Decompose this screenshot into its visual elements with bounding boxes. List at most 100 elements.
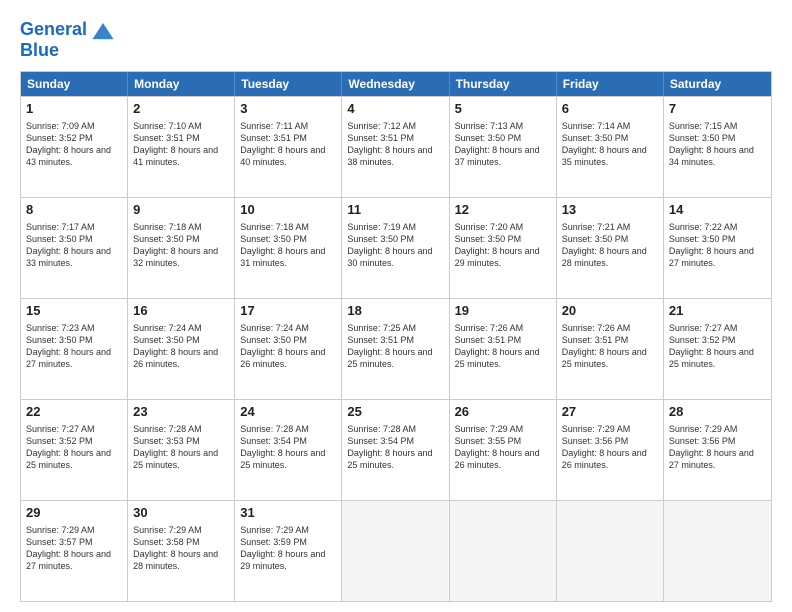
cal-week-5: 29 Sunrise: 7:29 AMSunset: 3:57 PMDayligh…	[21, 500, 771, 601]
cell-text: Sunrise: 7:15 AMSunset: 3:50 PMDaylight:…	[669, 120, 766, 169]
day-number: 16	[133, 303, 229, 320]
cell-text: Sunrise: 7:24 AMSunset: 3:50 PMDaylight:…	[133, 322, 229, 371]
day-number: 31	[240, 505, 336, 522]
cal-cell-empty	[450, 501, 557, 601]
cal-cell-5: 5 Sunrise: 7:13 AMSunset: 3:50 PMDaylight…	[450, 97, 557, 197]
day-number: 13	[562, 202, 658, 219]
day-number: 29	[26, 505, 122, 522]
day-number: 9	[133, 202, 229, 219]
cell-text: Sunrise: 7:29 AMSunset: 3:58 PMDaylight:…	[133, 524, 229, 573]
calendar-header-row: SundayMondayTuesdayWednesdayThursdayFrid…	[21, 72, 771, 96]
cell-text: Sunrise: 7:29 AMSunset: 3:55 PMDaylight:…	[455, 423, 551, 472]
day-number: 12	[455, 202, 551, 219]
cal-cell-7: 7 Sunrise: 7:15 AMSunset: 3:50 PMDaylight…	[664, 97, 771, 197]
cal-week-1: 1Sunrise: 7:09 AMSunset: 3:52 PMDaylight…	[21, 96, 771, 197]
cal-week-3: 15Sunrise: 7:23 AMSunset: 3:50 PMDayligh…	[21, 298, 771, 399]
cal-cell-10: 10 Sunrise: 7:18 AMSunset: 3:50 PMDayligh…	[235, 198, 342, 298]
cal-cell-empty	[557, 501, 664, 601]
cell-text: Sunrise: 7:18 AMSunset: 3:50 PMDaylight:…	[240, 221, 336, 270]
cell-text: Sunrise: 7:10 AMSunset: 3:51 PMDaylight:…	[133, 120, 229, 169]
cell-text: Sunrise: 7:12 AMSunset: 3:51 PMDaylight:…	[347, 120, 443, 169]
cal-header-sunday: Sunday	[21, 72, 128, 96]
day-number: 15	[26, 303, 122, 320]
cell-text: Sunrise: 7:27 AMSunset: 3:52 PMDaylight:…	[669, 322, 766, 371]
day-number: 3	[240, 101, 336, 118]
day-number: 30	[133, 505, 229, 522]
cell-text: Sunrise: 7:20 AMSunset: 3:50 PMDaylight:…	[455, 221, 551, 270]
cal-cell-23: 23Sunrise: 7:28 AMSunset: 3:53 PMDayligh…	[128, 400, 235, 500]
cell-text: Sunrise: 7:26 AMSunset: 3:51 PMDaylight:…	[455, 322, 551, 371]
day-number: 27	[562, 404, 658, 421]
cal-cell-29: 29 Sunrise: 7:29 AMSunset: 3:57 PMDayligh…	[21, 501, 128, 601]
cal-cell-6: 6Sunrise: 7:14 AMSunset: 3:50 PMDaylight…	[557, 97, 664, 197]
cal-cell-9: 9 Sunrise: 7:18 AMSunset: 3:50 PMDaylight…	[128, 198, 235, 298]
day-number: 11	[347, 202, 443, 219]
day-number: 26	[455, 404, 551, 421]
cal-cell-21: 21Sunrise: 7:27 AMSunset: 3:52 PMDayligh…	[664, 299, 771, 399]
cell-text: Sunrise: 7:17 AMSunset: 3:50 PMDaylight:…	[26, 221, 122, 270]
header: General Blue	[20, 16, 772, 61]
cal-cell-13: 13 Sunrise: 7:21 AMSunset: 3:50 PMDayligh…	[557, 198, 664, 298]
cell-text: Sunrise: 7:13 AMSunset: 3:50 PMDaylight:…	[455, 120, 551, 169]
cal-header-monday: Monday	[128, 72, 235, 96]
calendar-body: 1Sunrise: 7:09 AMSunset: 3:52 PMDaylight…	[21, 96, 771, 601]
cal-cell-14: 14Sunrise: 7:22 AMSunset: 3:50 PMDayligh…	[664, 198, 771, 298]
cell-text: Sunrise: 7:29 AMSunset: 3:56 PMDaylight:…	[669, 423, 766, 472]
cell-text: Sunrise: 7:29 AMSunset: 3:56 PMDaylight:…	[562, 423, 658, 472]
cal-header-friday: Friday	[557, 72, 664, 96]
day-number: 25	[347, 404, 443, 421]
cal-week-2: 8 Sunrise: 7:17 AMSunset: 3:50 PMDaylight…	[21, 197, 771, 298]
cal-cell-12: 12 Sunrise: 7:20 AMSunset: 3:50 PMDayligh…	[450, 198, 557, 298]
cal-cell-26: 26 Sunrise: 7:29 AMSunset: 3:55 PMDayligh…	[450, 400, 557, 500]
cell-text: Sunrise: 7:14 AMSunset: 3:50 PMDaylight:…	[562, 120, 658, 169]
cal-header-saturday: Saturday	[664, 72, 771, 96]
cell-text: Sunrise: 7:29 AMSunset: 3:57 PMDaylight:…	[26, 524, 122, 573]
cal-cell-11: 11Sunrise: 7:19 AMSunset: 3:50 PMDayligh…	[342, 198, 449, 298]
cal-cell-empty	[664, 501, 771, 601]
cell-text: Sunrise: 7:28 AMSunset: 3:54 PMDaylight:…	[347, 423, 443, 472]
day-number: 14	[669, 202, 766, 219]
cell-text: Sunrise: 7:27 AMSunset: 3:52 PMDaylight:…	[26, 423, 122, 472]
cal-cell-17: 17Sunrise: 7:24 AMSunset: 3:50 PMDayligh…	[235, 299, 342, 399]
cell-text: Sunrise: 7:28 AMSunset: 3:54 PMDaylight:…	[240, 423, 336, 472]
day-number: 1	[26, 101, 122, 118]
cell-text: Sunrise: 7:11 AMSunset: 3:51 PMDaylight:…	[240, 120, 336, 169]
page: General Blue SundayMondayTuesdayWednesda…	[0, 0, 792, 612]
cell-text: Sunrise: 7:18 AMSunset: 3:50 PMDaylight:…	[133, 221, 229, 270]
cal-cell-2: 2 Sunrise: 7:10 AMSunset: 3:51 PMDaylight…	[128, 97, 235, 197]
cal-cell-empty	[342, 501, 449, 601]
cal-header-wednesday: Wednesday	[342, 72, 449, 96]
cal-cell-22: 22 Sunrise: 7:27 AMSunset: 3:52 PMDayligh…	[21, 400, 128, 500]
day-number: 8	[26, 202, 122, 219]
cal-cell-25: 25 Sunrise: 7:28 AMSunset: 3:54 PMDayligh…	[342, 400, 449, 500]
cal-cell-30: 30 Sunrise: 7:29 AMSunset: 3:58 PMDayligh…	[128, 501, 235, 601]
logo-text: General	[20, 20, 87, 40]
cal-cell-19: 19 Sunrise: 7:26 AMSunset: 3:51 PMDayligh…	[450, 299, 557, 399]
day-number: 4	[347, 101, 443, 118]
cal-cell-8: 8 Sunrise: 7:17 AMSunset: 3:50 PMDaylight…	[21, 198, 128, 298]
day-number: 7	[669, 101, 766, 118]
day-number: 17	[240, 303, 336, 320]
cal-cell-27: 27 Sunrise: 7:29 AMSunset: 3:56 PMDayligh…	[557, 400, 664, 500]
cal-cell-3: 3 Sunrise: 7:11 AMSunset: 3:51 PMDaylight…	[235, 97, 342, 197]
day-number: 22	[26, 404, 122, 421]
cell-text: Sunrise: 7:29 AMSunset: 3:59 PMDaylight:…	[240, 524, 336, 573]
cal-cell-31: 31 Sunrise: 7:29 AMSunset: 3:59 PMDayligh…	[235, 501, 342, 601]
logo-icon	[89, 16, 117, 44]
day-number: 28	[669, 404, 766, 421]
cell-text: Sunrise: 7:26 AMSunset: 3:51 PMDaylight:…	[562, 322, 658, 371]
cell-text: Sunrise: 7:21 AMSunset: 3:50 PMDaylight:…	[562, 221, 658, 270]
cal-cell-20: 20Sunrise: 7:26 AMSunset: 3:51 PMDayligh…	[557, 299, 664, 399]
day-number: 2	[133, 101, 229, 118]
day-number: 19	[455, 303, 551, 320]
day-number: 23	[133, 404, 229, 421]
cal-header-tuesday: Tuesday	[235, 72, 342, 96]
cal-cell-24: 24Sunrise: 7:28 AMSunset: 3:54 PMDayligh…	[235, 400, 342, 500]
logo: General Blue	[20, 16, 117, 61]
cal-week-4: 22 Sunrise: 7:27 AMSunset: 3:52 PMDayligh…	[21, 399, 771, 500]
day-number: 10	[240, 202, 336, 219]
day-number: 5	[455, 101, 551, 118]
day-number: 18	[347, 303, 443, 320]
cal-cell-15: 15Sunrise: 7:23 AMSunset: 3:50 PMDayligh…	[21, 299, 128, 399]
calendar: SundayMondayTuesdayWednesdayThursdayFrid…	[20, 71, 772, 602]
